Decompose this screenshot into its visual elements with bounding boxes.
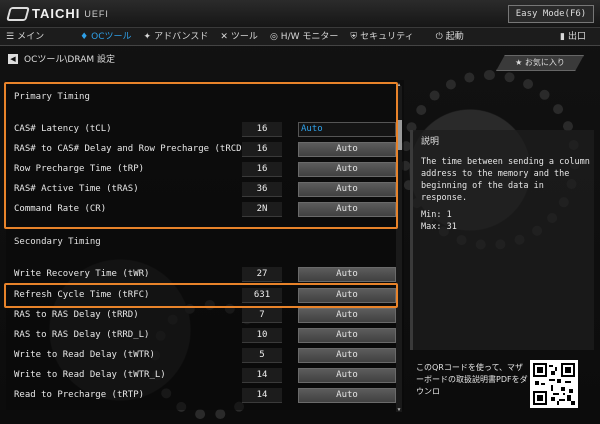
scroll-down-icon[interactable]: ▼ (396, 407, 402, 413)
setting-current-value: 10 (242, 328, 282, 343)
setting-dropdown[interactable]: Auto (298, 308, 396, 323)
top-header: TAICHI UEFI Easy Mode(F6) (0, 0, 600, 28)
primary-timing-highlight (4, 82, 398, 229)
setting-row-trtp[interactable]: Read to Precharge (tRTP) 14 Auto (14, 388, 396, 404)
setting-label: RAS to RAS Delay (tRRD) (14, 310, 139, 320)
power-icon: ⏻ (435, 32, 443, 42)
logo-text: TAICHI (32, 6, 81, 21)
setting-dropdown[interactable]: Auto (298, 348, 396, 363)
setting-current-value: 14 (242, 388, 282, 403)
setting-current-value: 14 (242, 368, 282, 383)
list-icon: ☰ (6, 32, 15, 42)
tab-boot[interactable]: ⏻ 起動 (430, 28, 470, 46)
secondary-timing-header: Secondary Timing (14, 237, 101, 247)
tab-label: H/W モニター (280, 32, 339, 42)
tab-label: 起動 (445, 32, 464, 42)
setting-dropdown[interactable]: Auto (298, 368, 396, 383)
tab-spacer (470, 28, 554, 45)
setting-row-twtr[interactable]: Write to Read Delay (tWTR) 5 Auto (14, 348, 396, 364)
tab-label: セキュリティ (360, 32, 414, 42)
tab-exit[interactable]: ▮ 出口 (554, 28, 592, 46)
setting-row-twr[interactable]: Write Recovery Time (tWR) 27 Auto (14, 267, 396, 283)
logo-icon (6, 6, 30, 21)
tab-main[interactable]: ☰ メイン (0, 28, 50, 46)
shield-icon: ⛨ (350, 32, 358, 42)
setting-dropdown[interactable]: Auto (298, 267, 396, 282)
setting-label: Write to Read Delay (tWTR_L) (14, 370, 166, 380)
tab-label: OCツール (91, 32, 132, 42)
setting-current-value: 5 (242, 348, 282, 363)
description-max: Max: 31 (421, 222, 457, 232)
setting-row-trrd-l[interactable]: RAS to RAS Delay (tRRD_L) 10 Auto (14, 328, 396, 344)
favorite-label: お気に入り (524, 58, 565, 67)
door-icon: ▮ (560, 32, 565, 42)
tab-oc-tweaker[interactable]: ♦ OCツール (74, 28, 137, 46)
tab-security[interactable]: ⛨ セキュリティ (344, 28, 419, 46)
trfc-highlight (4, 283, 398, 308)
breadcrumb: ◀ OCツール\DRAM 設定 (8, 52, 115, 65)
droplet-icon: ♦ (80, 32, 89, 42)
easy-mode-button[interactable]: Easy Mode(F6) (508, 5, 594, 23)
tab-label: メイン (17, 32, 45, 42)
tab-tool[interactable]: ✕ ツール (214, 28, 264, 46)
monitor-icon: ◎ (269, 32, 278, 42)
wrench-icon: ✕ (220, 32, 228, 42)
breadcrumb-text: OCツール\DRAM 設定 (24, 55, 116, 65)
tab-label: アドバンスド (154, 32, 209, 42)
main-tabs: ☰ メイン ♦ OCツール ✦ アドバンスド ✕ ツール ◎ H/W モニター ⛨ セキュリ… (0, 28, 600, 46)
qr-caption: このQRコードを使って、マザーボードの取扱説明書PDFをダウンロ (416, 363, 528, 396)
setting-label: Write to Read Delay (tWTR) (14, 350, 155, 360)
logo-sub-text: UEFI (84, 8, 109, 19)
tab-advanced[interactable]: ✦ アドバンスド (138, 28, 215, 46)
back-arrow-icon[interactable]: ◀ (8, 53, 18, 64)
setting-dropdown[interactable]: Auto (298, 388, 396, 403)
setting-current-value: 27 (242, 267, 282, 282)
favorite-button[interactable]: ★ お気に入り (496, 55, 584, 71)
setting-row-twtr-l[interactable]: Write to Read Delay (tWTR_L) 14 Auto (14, 368, 396, 384)
description-min: Min: 1 (421, 210, 452, 220)
qr-code-icon (530, 360, 578, 408)
tab-hw-monitor[interactable]: ◎ H/W モニター (264, 28, 344, 46)
tab-label: 出口 (567, 32, 586, 42)
description-panel: 説明 The time between sending a column add… (410, 130, 594, 350)
description-body: The time between sending a column addres… (421, 157, 590, 203)
star-icon: ✦ (143, 32, 152, 42)
setting-label: RAS to RAS Delay (tRRD_L) (14, 330, 150, 340)
setting-dropdown[interactable]: Auto (298, 328, 396, 343)
tab-label: ツール (230, 32, 258, 42)
brand-logo: TAICHI UEFI (6, 6, 109, 21)
setting-current-value: 7 (242, 308, 282, 323)
description-title: 説明 (421, 137, 440, 147)
setting-label: Write Recovery Time (tWR) (14, 269, 150, 279)
setting-label: Read to Precharge (tRTP) (14, 390, 145, 400)
setting-row-trrd[interactable]: RAS to RAS Delay (tRRD) 7 Auto (14, 308, 396, 324)
